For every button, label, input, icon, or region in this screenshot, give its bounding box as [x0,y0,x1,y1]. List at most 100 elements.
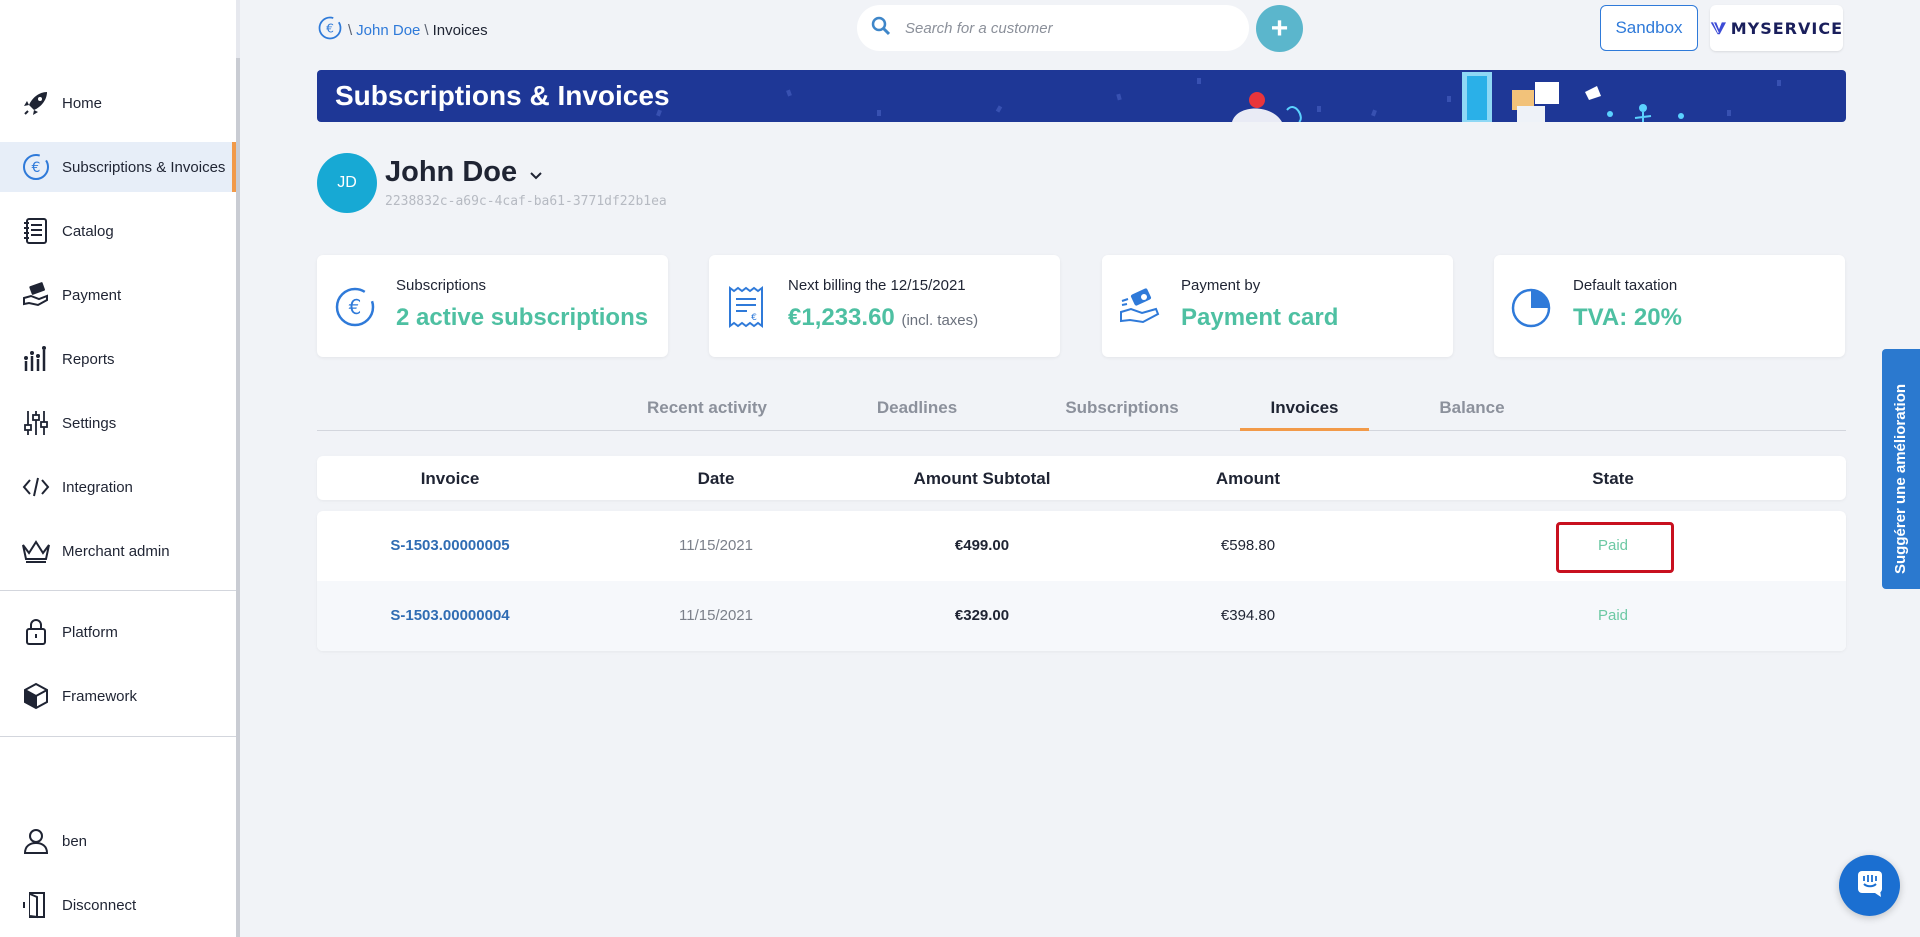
pie-chart-icon [1510,285,1554,329]
sidebar-item-home[interactable]: Home [0,78,236,128]
scrollbar-thumb[interactable] [236,58,240,937]
tab-subscriptions[interactable]: Subscriptions [1054,398,1190,431]
brand-name: MYSERVICE [1730,18,1843,38]
sidebar-item-integration[interactable]: Integration [0,462,236,512]
invoice-number-link[interactable]: S-1503.00000004 [390,607,509,624]
sidebar-scrollbar[interactable] [236,0,240,937]
summary-card-taxation: Default taxation TVA: 20% [1494,255,1845,357]
column-header-amount[interactable]: Amount [1216,469,1280,489]
sidebar-item-label: Subscriptions & Invoices [62,158,226,176]
euro-cycle-icon[interactable]: € [316,14,344,46]
column-header-date[interactable]: Date [698,469,735,489]
summary-card-payment: Payment by Payment card [1102,255,1453,357]
column-header-state[interactable]: State [1592,469,1634,489]
svg-text:€: € [751,313,757,323]
sidebar: Home € Subscriptions & Invoices Catalog … [0,0,240,937]
door-icon [20,889,52,921]
hand-card-icon [1118,285,1162,329]
user-icon [20,825,52,857]
notebook-icon [20,215,52,247]
card-label: Next billing the 12/15/2021 [788,277,966,294]
sidebar-item-label: Merchant admin [62,542,170,560]
search-placeholder: Search for a customer [905,19,1053,37]
card-value: 2 active subscriptions [396,304,649,331]
sidebar-item-label: Framework [62,687,138,705]
sidebar-item-merchant-admin[interactable]: Merchant admin [0,526,236,576]
sliders-icon [20,407,52,439]
rocket-icon [20,87,52,119]
breadcrumb-customer-link[interactable]: John Doe [356,22,420,39]
sidebar-item-payment[interactable]: Payment [0,270,236,320]
tab-bar: Recent activity Deadlines Subscriptions … [317,395,1846,431]
breadcrumb-separator: \ [348,21,353,39]
card-label: Default taxation [1573,277,1678,294]
chat-icon [1855,868,1885,903]
sidebar-item-label: Catalog [62,222,114,240]
sidebar-item-label: Platform [62,623,118,641]
bar-chart-icon [20,343,52,375]
sidebar-divider [0,590,236,591]
invoice-amount: €598.80 [1220,537,1276,554]
tab-balance[interactable]: Balance [1427,398,1517,431]
column-header-subtotal[interactable]: Amount Subtotal [914,469,1051,489]
tab-invoices[interactable]: Invoices [1240,398,1369,431]
hand-money-icon [20,279,52,311]
add-button[interactable]: + [1256,5,1303,52]
card-label: Subscriptions [396,277,487,294]
invoice-subtotal: €329.00 [954,607,1010,624]
suggest-improvement-tab[interactable]: Suggérer une amélioration [1882,349,1920,589]
brand-logo[interactable]: MYSERVICE [1710,5,1843,51]
summary-card-next-billing: € Next billing the 12/15/2021 €1,233.60 … [709,255,1060,357]
sidebar-item-catalog[interactable]: Catalog [0,206,236,256]
status-badge: Paid [1597,607,1629,624]
euro-cycle-icon: € [333,285,377,329]
sidebar-item-label: Reports [62,350,115,368]
banner-illustration [656,72,1781,122]
sidebar-item-label: ben [62,832,88,850]
search-input[interactable]: Search for a customer [857,5,1249,51]
chat-button[interactable] [1839,855,1900,916]
euro-cycle-icon: € [20,151,52,183]
sidebar-item-reports[interactable]: Reports [0,334,236,384]
crown-icon [20,535,52,567]
card-label: Payment by [1181,277,1261,294]
breadcrumb-separator: \ [424,21,429,39]
sidebar-item-label: Integration [62,478,133,496]
sidebar-item-platform[interactable]: Platform [0,607,236,657]
chevron-down-icon[interactable] [529,156,543,189]
highlight-box [1556,522,1674,573]
column-header-invoice[interactable]: Invoice [421,469,480,489]
tab-recent-activity[interactable]: Recent activity [642,398,772,431]
table-header: Invoice Date Amount Subtotal Amount Stat… [317,456,1846,500]
sidebar-item-label: Disconnect [62,896,137,914]
summary-card-subscriptions: € Subscriptions 2 active subscriptions [317,255,668,357]
receipt-icon: € [725,285,769,329]
card-value: TVA: 20% [1573,304,1682,331]
sidebar-divider [0,736,236,737]
sidebar-item-settings[interactable]: Settings [0,398,236,448]
invoice-subtotal: €499.00 [954,537,1010,554]
card-value-suffix: (incl. taxes) [901,312,979,329]
customer-name-dropdown[interactable]: John Doe [385,156,543,189]
code-icon [20,471,52,503]
sidebar-item-disconnect[interactable]: Disconnect [0,880,236,930]
svg-text:€: € [32,160,41,176]
avatar: JD [317,153,377,213]
suggest-label: Suggérer une amélioration [1892,383,1909,574]
sidebar-item-user[interactable]: ben [0,816,236,866]
tab-deadlines[interactable]: Deadlines [865,398,969,431]
table-row[interactable]: S-1503.00000004 11/15/2021 €329.00 €394.… [317,581,1846,651]
breadcrumb-current: Invoices [432,21,488,39]
search-icon [871,16,891,41]
sandbox-button[interactable]: Sandbox [1600,5,1698,51]
sidebar-item-framework[interactable]: Framework [0,671,236,721]
invoice-date: 11/15/2021 [679,607,753,624]
invoice-amount: €394.80 [1220,607,1276,624]
sidebar-item-label: Settings [62,414,117,432]
sidebar-item-subscriptions[interactable]: € Subscriptions & Invoices [0,142,236,192]
brand-mark-icon [1710,22,1727,35]
customer-id: 2238832c-a69c-4caf-ba61-3771df22b1ea [385,194,667,209]
sidebar-item-label: Payment [62,286,122,304]
card-value: Payment card [1181,304,1339,331]
invoice-number-link[interactable]: S-1503.00000005 [390,537,509,554]
